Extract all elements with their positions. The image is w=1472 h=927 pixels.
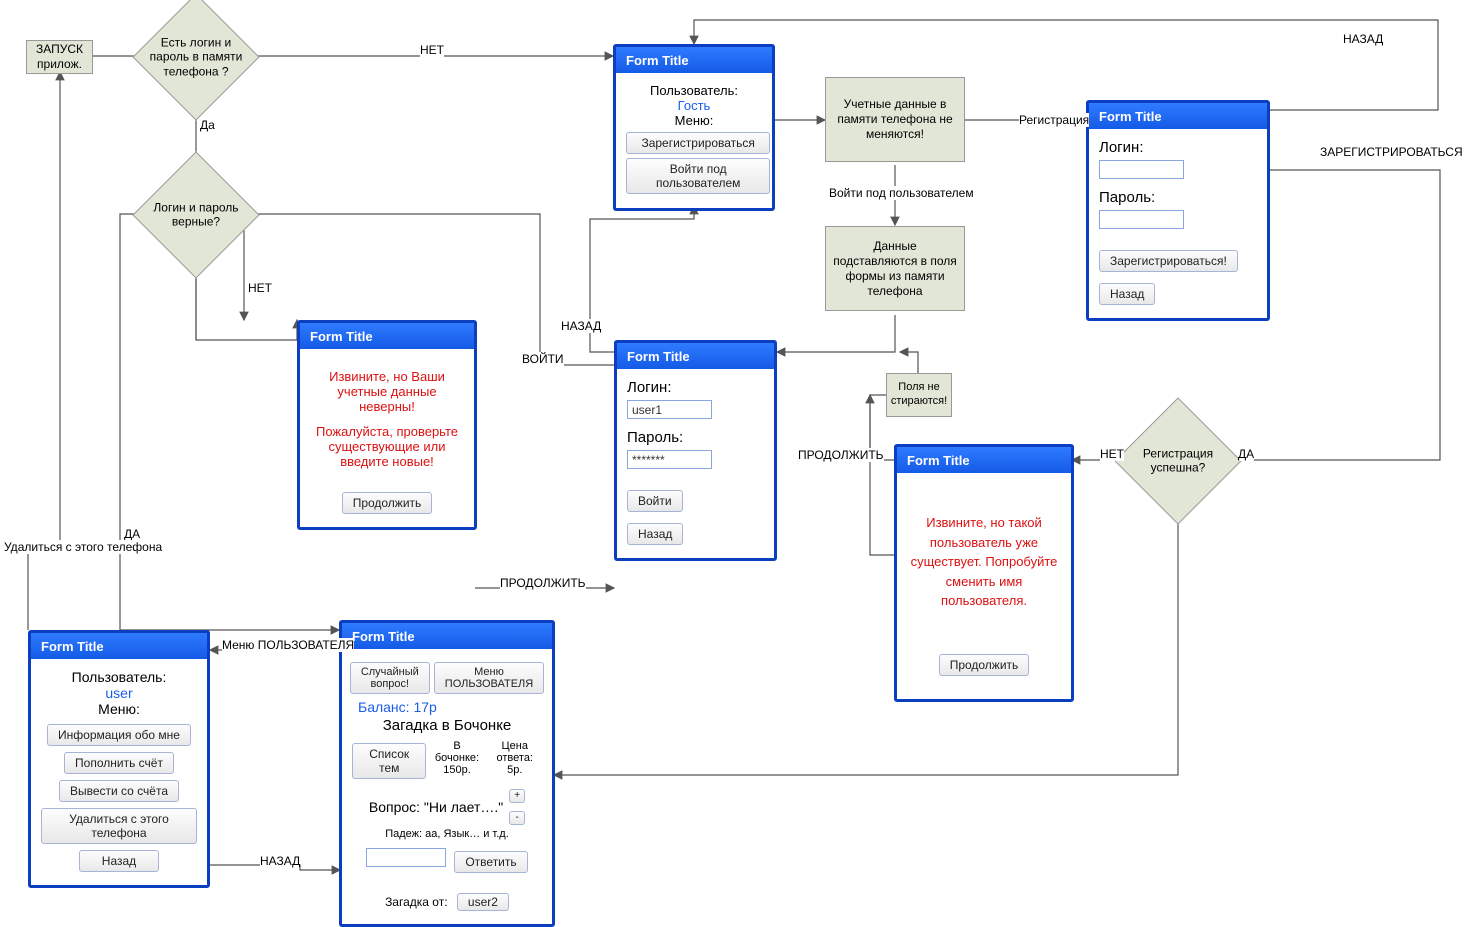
form-user-menu-title: Form Title [31,633,207,659]
usermenu-user-label: Пользователь: [41,669,197,685]
usermenu-user-name: user [41,685,197,701]
form-error-credentials: Form Title Извините, но Ваши учетные дан… [297,320,477,530]
edge-no-3: НЕТ [1100,447,1124,461]
edge-yes-3: ДА [1238,447,1254,461]
edge-reg: Регистрация [1019,113,1089,127]
edge-yes-2: ДА [124,527,140,541]
edge-register: ЗАРЕГИСТРИРОВАТЬСЯ [1320,145,1463,159]
price-label: Цена ответа: [488,740,542,764]
register-back-button[interactable]: Назад [1099,283,1155,305]
proc-keep-fields-label: Поля не стираются! [891,381,947,409]
random-question-button[interactable]: Случайный вопрос! [350,662,430,694]
guest-menu-label: Меню: [626,113,762,128]
error-continue-button[interactable]: Продолжить [342,492,433,514]
price-value: 5р. [488,764,542,776]
decision-have-credentials-label: Есть логин и пароль в памяти телефона ? [141,35,251,78]
user-exists-text: Извините, но такой пользователь уже суще… [907,513,1061,611]
error-line1: Извините, но Ваши учетные данные неверны… [310,369,464,414]
riddle-from-value[interactable]: user2 [457,893,509,911]
edge-continue-1: ПРОДОЛЖИТЬ [500,576,586,590]
delete-from-phone-button[interactable]: Удалиться с этого телефона [41,808,197,844]
about-me-button[interactable]: Информация обо мне [47,724,191,746]
form-registration: Form Title Логин: Пароль: Зарегистрирова… [1086,100,1270,321]
edge-yes-1: Да [200,118,215,132]
edge-login-user: Войти под пользователем [829,186,974,200]
form-user-exists: Form Title Извините, но такой пользовате… [894,444,1074,702]
riddle-title: Загадка в Бочонке [352,717,542,734]
register-button[interactable]: Зарегистрироваться [626,132,770,154]
guest-user-name: Гость [626,98,762,113]
usermenu-menu-label: Меню: [41,701,197,717]
edge-back-2: НАЗАД [1343,32,1383,46]
decision-credentials-ok: Логин и пароль верные? [151,170,241,260]
login-login-input[interactable] [627,400,712,419]
decision-registration-ok: Регистрация успешна? [1133,416,1223,506]
flowchart-canvas: ЗАПУСК прилож. Есть логин и пароль в пам… [0,0,1472,911]
edge-back-3: НАЗАД [260,854,300,868]
login-login-label: Логин: [627,379,764,396]
form-login: Form Title Логин: Пароль: Войти Назад [614,340,777,561]
usermenu-back-button[interactable]: Назад [79,850,159,872]
edge-enter: ВОЙТИ [522,352,564,366]
proc-keep-credentials-label: Учетные данные в памяти телефона не меня… [830,97,960,142]
reg-login-input[interactable] [1099,160,1184,179]
user-menu-button[interactable]: Меню ПОЛЬЗОВАТЕЛЯ [434,662,544,694]
guest-user-label: Пользователь: [626,83,762,98]
form-user-exists-title: Form Title [897,447,1071,473]
reg-pass-label: Пароль: [1099,189,1257,206]
decision-registration-ok-label: Регистрация успешна? [1133,447,1223,476]
form-guest-title: Form Title [616,47,772,73]
plus-button[interactable]: + [509,789,525,803]
edge-no-1: НЕТ [420,43,444,57]
error-line2: Пожалуйста, проверьте существующие или в… [310,424,464,469]
minus-button[interactable]: - [509,811,525,825]
reg-login-label: Логин: [1099,139,1257,156]
topics-button[interactable]: Список тем [352,743,426,779]
form-registration-title: Form Title [1089,103,1267,129]
proc-keep-fields: Поля не стираются! [886,373,952,417]
edge-delete: Удалиться с этого телефона [4,540,162,554]
proc-keep-credentials: Учетные данные в памяти телефона не меня… [825,77,965,162]
reg-pass-input[interactable] [1099,210,1184,229]
form-error-title: Form Title [300,323,474,349]
form-guest: Form Title Пользователь: Гость Меню: Зар… [613,44,775,211]
riddle-from-label: Загадка от: [385,895,447,909]
login-back-button[interactable]: Назад [627,523,683,545]
form-game-title: Form Title [342,623,552,649]
question-text: Вопрос: "Ни лает…." [369,799,503,815]
edge-user-menu: Меню ПОЛЬЗОВАТЕЛЯ [222,638,354,652]
start-label: ЗАПУСК прилож. [31,42,88,72]
answer-button[interactable]: Ответить [454,851,527,873]
user-exists-continue-button[interactable]: Продолжить [939,654,1030,676]
login-submit-button[interactable]: Войти [627,490,683,512]
login-pass-label: Пароль: [627,429,764,446]
answer-input[interactable] [366,848,446,867]
barrel-value: 150р. [434,764,479,776]
register-submit-button[interactable]: Зарегистрироваться! [1099,250,1238,272]
edge-continue-2: ПРОДОЛЖИТЬ [798,448,884,462]
form-user-menu: Form Title Пользователь: user Меню: Инфо… [28,630,210,888]
balance-label: Баланс: 17р [358,699,542,715]
login-as-user-button[interactable]: Войти под пользователем [626,158,770,194]
decision-credentials-ok-label: Логин и пароль верные? [141,201,251,230]
proc-fill-credentials: Данные подставляются в поля формы из пам… [825,226,965,311]
hint-text: Падеж: аа, Язык… и т.д. [352,828,542,840]
proc-fill-credentials-label: Данные подставляются в поля формы из пам… [830,239,960,299]
form-login-title: Form Title [617,343,774,369]
decision-have-credentials: Есть логин и пароль в памяти телефона ? [151,12,241,102]
topup-button[interactable]: Пополнить счёт [64,752,174,774]
edge-no-2: НЕТ [248,281,272,295]
start-node: ЗАПУСК прилож. [26,40,93,74]
edge-back-1: НАЗАД [561,319,601,333]
form-game: Form Title Случайный вопрос! Меню ПОЛЬЗО… [339,620,555,927]
login-pass-input[interactable] [627,450,712,469]
barrel-label: В бочонке: [434,740,479,764]
withdraw-button[interactable]: Вывести со счёта [59,780,179,802]
